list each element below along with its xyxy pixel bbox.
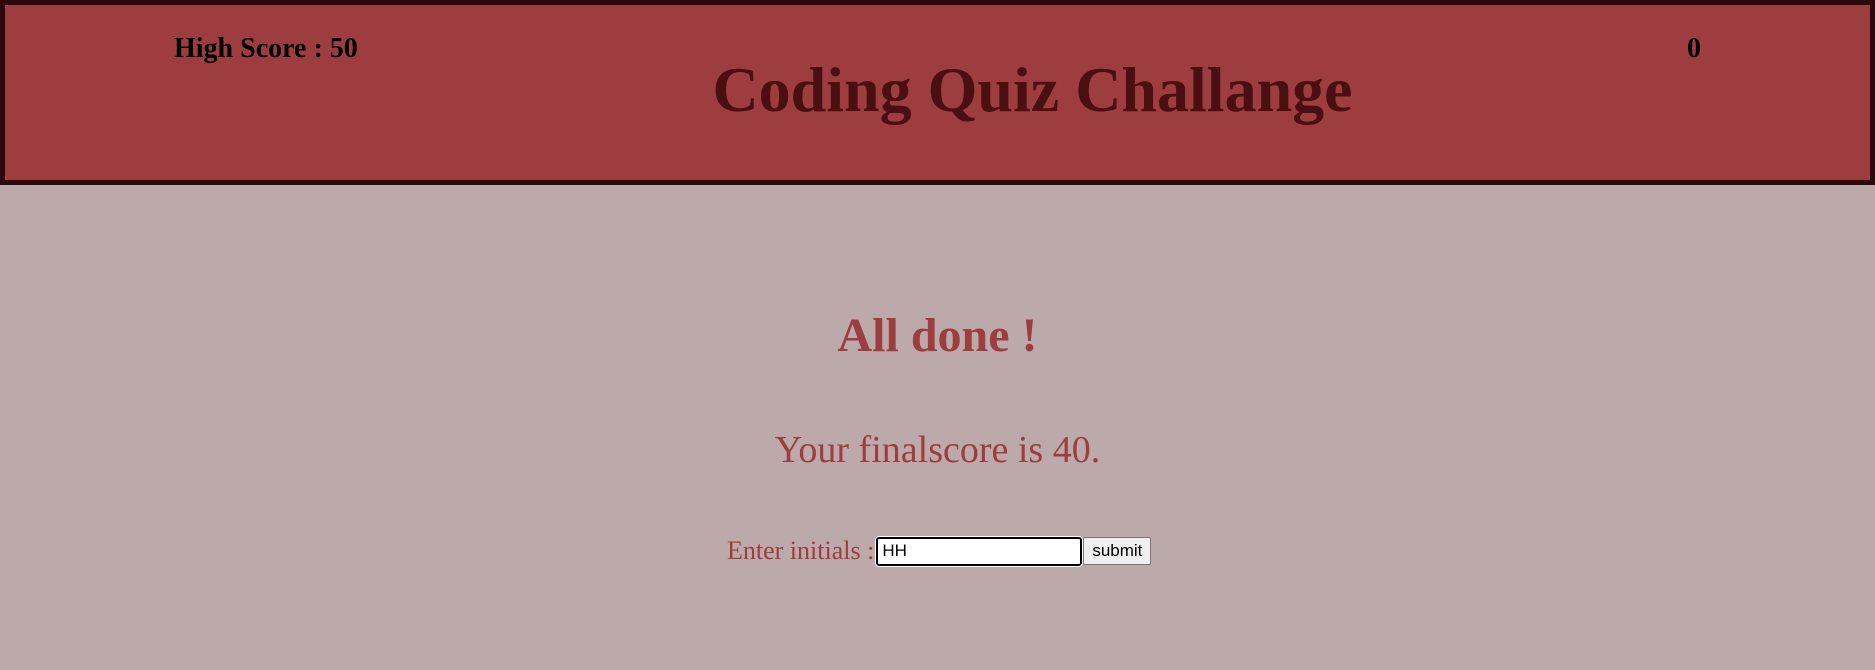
done-heading: All done ! (837, 309, 1038, 362)
submit-button[interactable]: submit (1083, 537, 1152, 565)
initials-label: Enter initials : (727, 536, 875, 565)
page-title: Coding Quiz Challange (712, 54, 1353, 125)
initials-input[interactable] (875, 535, 1084, 567)
final-score-text: Your finalscore is 40. (774, 429, 1101, 471)
header-bar: High Score : 50 0 Coding Quiz Challange (0, 0, 1875, 185)
initials-form: Enter initials : submit (727, 535, 1152, 567)
